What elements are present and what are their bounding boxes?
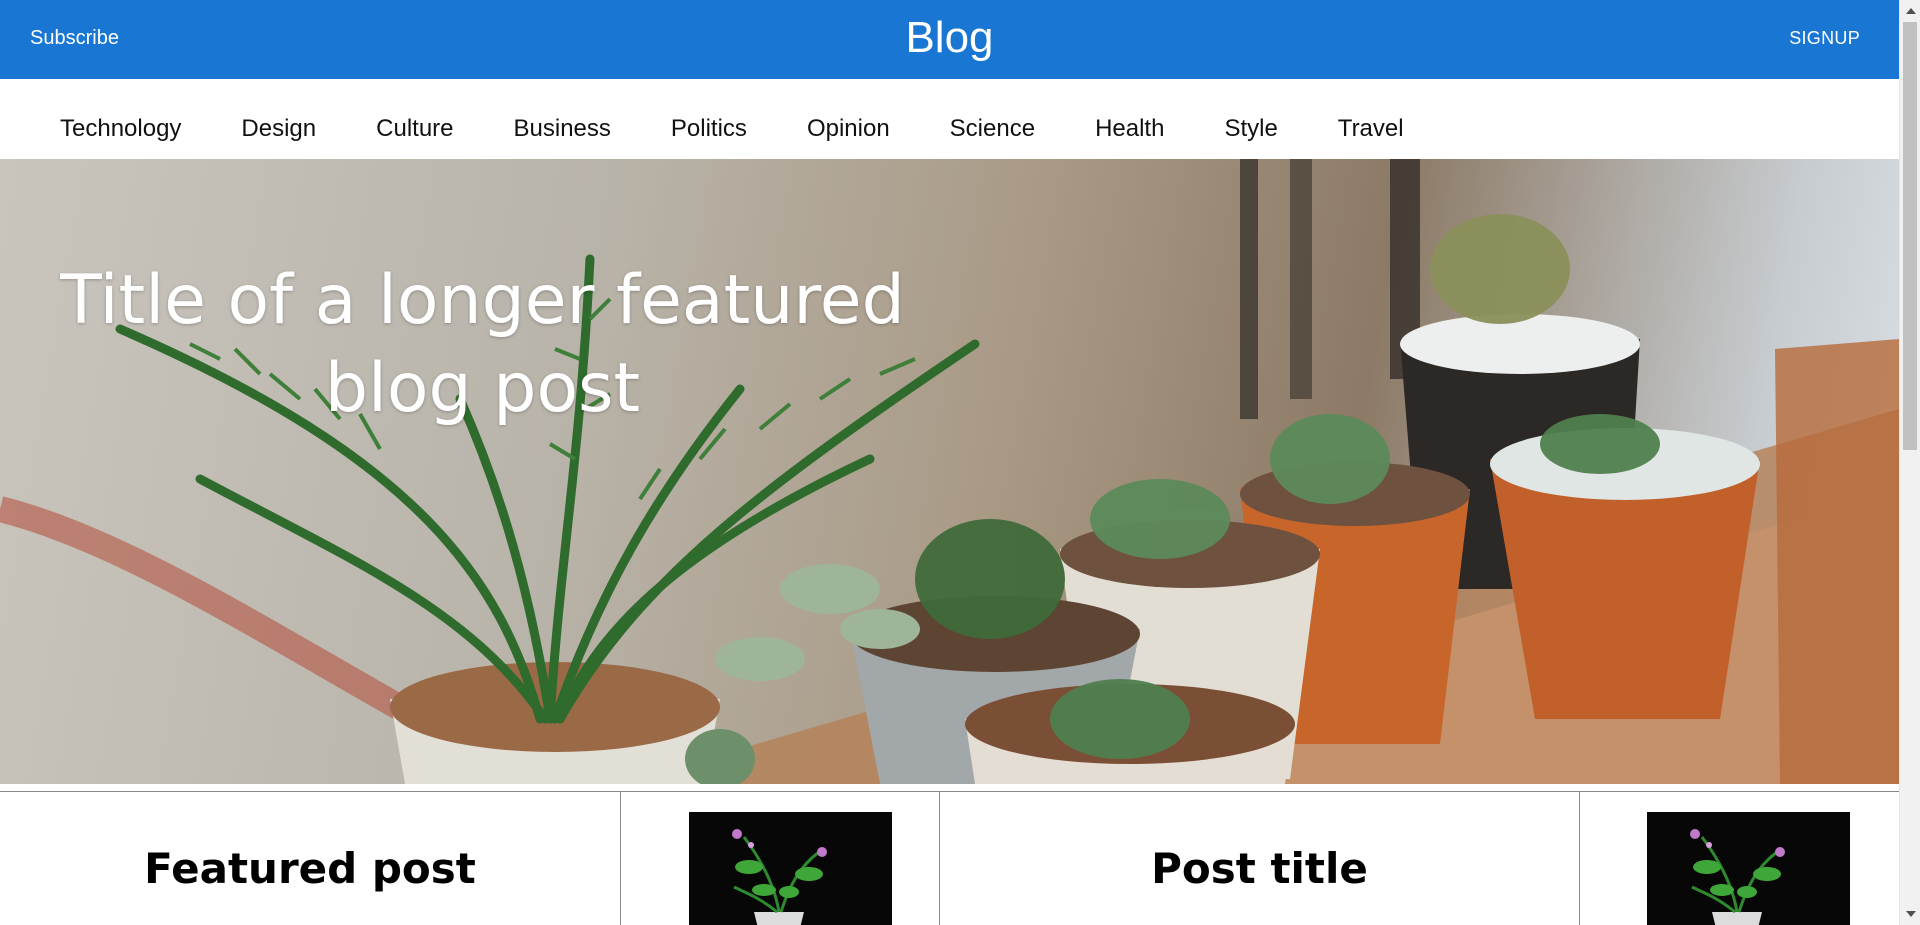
post-card[interactable]: Post title	[940, 792, 1580, 925]
flower-pot-icon	[1647, 812, 1850, 925]
scroll-up-arrow-icon[interactable]	[1906, 8, 1916, 14]
featured-hero[interactable]: Title of a longer featured blog post	[0, 159, 1899, 784]
flower-pot-icon	[689, 812, 892, 925]
nav-category-travel[interactable]: Travel	[1338, 115, 1404, 143]
category-list: Technology Design Culture Business Politics O…	[60, 115, 1464, 143]
nav-category-opinion[interactable]: Opinion	[807, 115, 890, 143]
nav-category-style[interactable]: Style	[1224, 115, 1277, 143]
category-nav: Technology Design Culture Business Politics O…	[0, 79, 1899, 159]
nav-category-science[interactable]: Science	[950, 115, 1035, 143]
scrollbar-thumb[interactable]	[1903, 22, 1917, 450]
site-title: Blog	[905, 13, 994, 62]
nav-category-design[interactable]: Design	[241, 115, 316, 143]
nav-category-business[interactable]: Business	[514, 115, 611, 143]
hero-background-image	[0, 159, 1899, 784]
featured-post-thumbnail-cell[interactable]	[621, 792, 940, 925]
featured-post-card[interactable]: Featured post	[0, 792, 621, 925]
post-cards: Featured post Post title	[0, 791, 1899, 925]
scroll-down-arrow-icon[interactable]	[1906, 911, 1916, 917]
hero-title[interactable]: Title of a longer featured blog post	[30, 257, 935, 433]
nav-category-culture[interactable]: Culture	[376, 115, 453, 143]
post-thumbnail-image[interactable]	[1647, 812, 1850, 925]
post-thumbnail-image[interactable]	[689, 812, 892, 925]
signup-button[interactable]: SIGNUP	[1789, 28, 1860, 49]
page-scrollbar[interactable]	[1899, 0, 1920, 925]
app-bar: Subscribe Blog SIGNUP	[0, 0, 1899, 79]
nav-category-health[interactable]: Health	[1095, 115, 1164, 143]
card-title[interactable]: Post title	[1151, 844, 1368, 925]
card-title[interactable]: Featured post	[144, 844, 476, 925]
post-thumbnail-cell[interactable]	[1580, 792, 1899, 925]
nav-category-technology[interactable]: Technology	[60, 115, 181, 143]
subscribe-button[interactable]: Subscribe	[30, 27, 119, 50]
nav-category-politics[interactable]: Politics	[671, 115, 747, 143]
